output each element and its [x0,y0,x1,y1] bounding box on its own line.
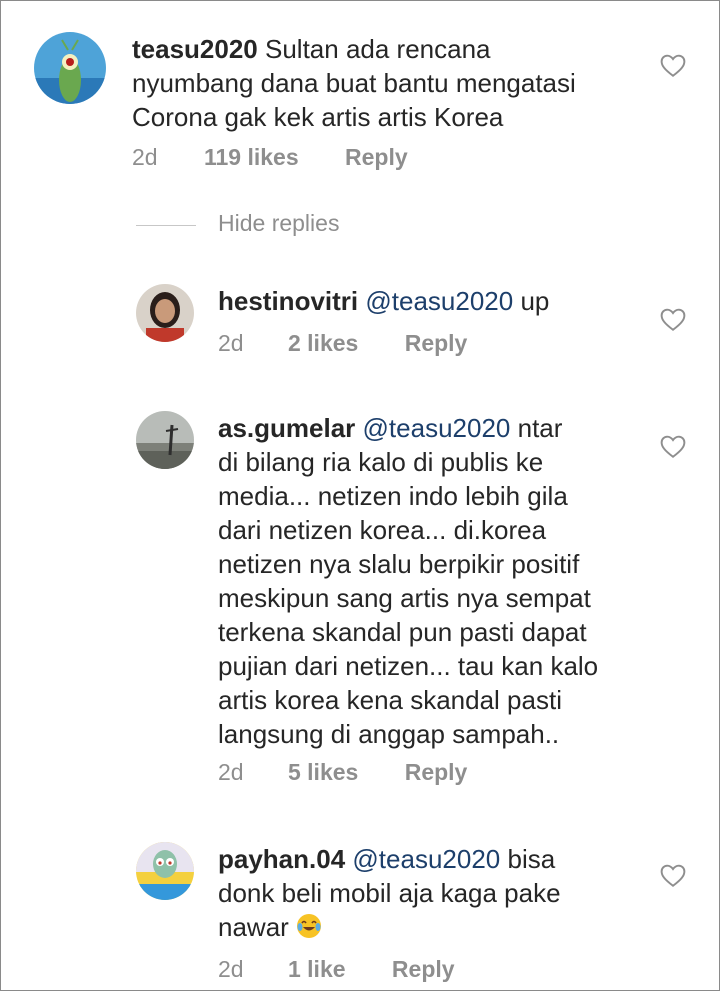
comment-username[interactable]: teasu2020 [132,34,258,64]
reply-text: bisa [507,844,556,874]
reply-mention[interactable]: @teasu2020 [352,844,500,874]
beach-photo-avatar[interactable] [136,411,194,469]
reply-meta: 2d 2 likes Reply [218,330,467,357]
likes-count[interactable]: 2 likes [288,330,358,357]
reply-time: 2d [218,759,244,785]
reply-username[interactable]: hestinovitri [218,286,358,316]
reply-meta: 2d 1 like Reply [218,956,455,983]
reply-button[interactable]: Reply [405,759,468,786]
reply-text: up [520,286,550,316]
likes-count[interactable]: 1 like [288,956,346,983]
plankton-avatar[interactable] [34,32,106,104]
squidward-avatar[interactable] [136,842,194,900]
likes-count[interactable]: 119 likes [204,144,299,171]
like-heart-icon[interactable] [660,308,686,332]
like-heart-icon[interactable] [660,54,686,78]
reply-text-line: artis korea kena skandal pasti [218,685,562,715]
reply-meta: 2d 5 likes Reply [218,759,467,786]
reply-text-line: langsung di anggap sampah.. [218,719,560,749]
reply-button[interactable]: Reply [405,330,468,357]
reply-text-line: media... netizen indo lebih gila [218,481,568,511]
reply-text-line: pujian dari netizen... tau kan kalo [218,651,599,681]
comment-text-line: Sultan ada rencana [265,34,491,64]
reply-button[interactable]: Reply [392,956,455,983]
like-heart-icon[interactable] [660,864,686,888]
reply-text: ntar [517,413,563,443]
like-heart-icon[interactable] [660,435,686,459]
reply-text-line: donk beli mobil aja kaga pake [218,878,561,908]
reply-text-line: meskipun sang artis nya sempat [218,583,591,613]
reply-text-line: nawar [218,912,289,942]
comment-text-line: nyumbang dana buat bantu mengatasi [132,68,576,98]
likes-count[interactable]: 5 likes [288,759,358,786]
reply-time: 2d [218,330,244,356]
divider-line [136,225,196,226]
reply-username[interactable]: payhan.04 [218,844,345,874]
reply-button[interactable]: Reply [345,144,408,171]
reply-time: 2d [218,956,244,982]
comment-time: 2d [132,144,158,170]
reply-text-line: terkena skandal pun pasti dapat [218,617,587,647]
reply-text-line: dari netizen korea... di.korea [218,515,547,545]
reply-mention[interactable]: @teasu2020 [365,286,513,316]
comment-text-line: Corona gak kek artis artis Korea [132,102,504,132]
face-with-tears-of-joy-icon [296,913,322,947]
woman-portrait-avatar[interactable] [136,284,194,342]
comment-meta: 2d 119 likes Reply [132,144,408,171]
reply-text-line: netizen nya slalu berpikir positif [218,549,580,579]
reply-mention[interactable]: @teasu2020 [363,413,511,443]
hide-replies-label[interactable]: Hide replies [218,210,339,237]
reply-text-line: di bilang ria kalo di publis ke [218,447,544,477]
reply-username[interactable]: as.gumelar [218,413,355,443]
